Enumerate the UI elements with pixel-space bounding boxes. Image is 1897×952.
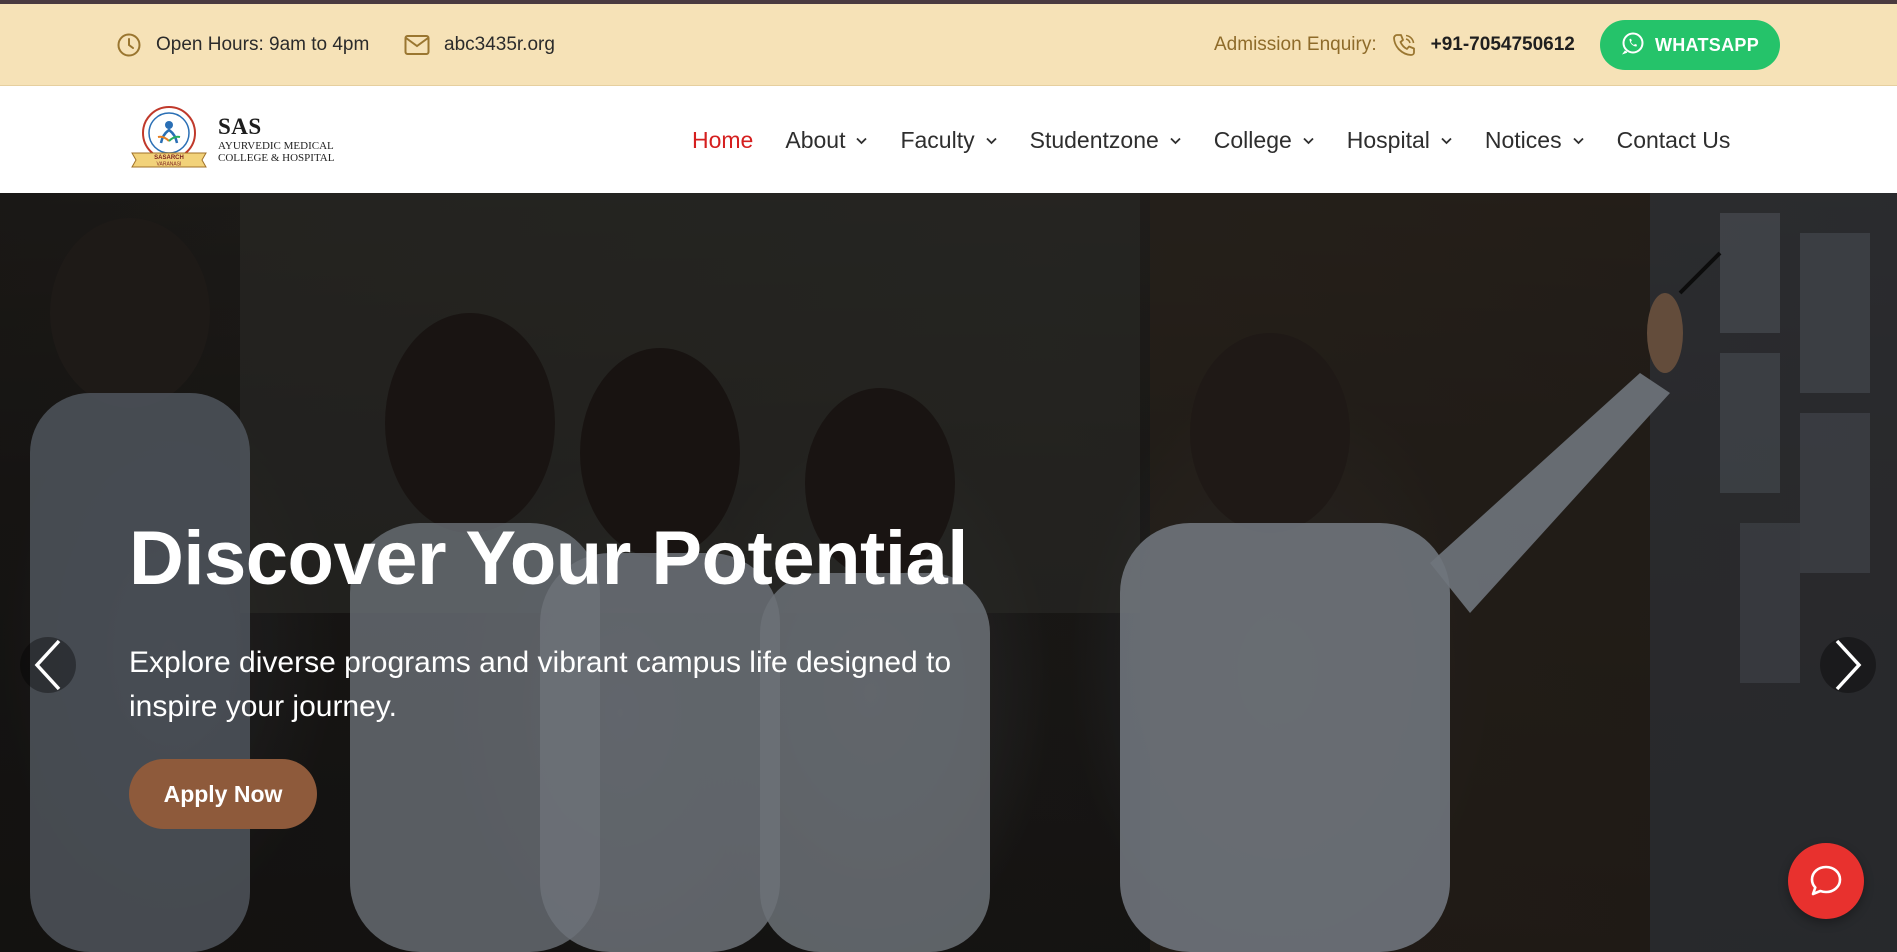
nav-item-college[interactable]: College (1198, 87, 1331, 193)
email-text[interactable]: abc3435r.org (444, 34, 555, 56)
nav-item-label: Studentzone (1029, 126, 1159, 153)
chevron-down-icon (1170, 137, 1181, 144)
logo-text: SAS AYURVEDIC MEDICAL COLLEGE & HOSPITAL (218, 114, 334, 164)
nav-item-label: Faculty (900, 126, 975, 153)
svg-text:SASARCH: SASARCH (154, 155, 184, 161)
nav-item-hospital[interactable]: Hospital (1331, 87, 1469, 193)
brand-subtitle-line2: COLLEGE & HOSPITAL (218, 152, 335, 164)
enquiry-label: Admission Enquiry: (1214, 34, 1377, 55)
slider-next-button[interactable] (1820, 637, 1876, 693)
nav-item-label: Hospital (1346, 126, 1430, 153)
hero-subtitle: Explore diverse programs and vibrant cam… (129, 646, 952, 723)
nav-item-contact-us[interactable]: Contact Us (1601, 87, 1747, 193)
chat-button[interactable] (1788, 843, 1864, 919)
chevron-down-icon (856, 137, 868, 144)
nav-item-label: Home (692, 126, 754, 153)
clock-icon (116, 32, 142, 58)
open-hours: Open Hours: 9am to 4pm (116, 4, 369, 86)
brand-subtitle-line1: AYURVEDIC MEDICAL (218, 140, 334, 152)
nav-item-label: Contact Us (1616, 126, 1731, 153)
logo-emblem-icon: SASARCH VARANASI (128, 103, 210, 175)
info-bar: Open Hours: 9am to 4pm abc3435r.org Admi… (0, 4, 1897, 86)
nav-item-studentzone[interactable]: Studentzone (1014, 87, 1198, 193)
whatsapp-label: WHATSAPP (1654, 34, 1760, 55)
nav-item-label: Notices (1484, 126, 1562, 153)
nav-item-label: About (785, 126, 846, 153)
nav-item-faculty[interactable]: Faculty (884, 87, 1013, 193)
phone-number[interactable]: +91-7054750612 (1431, 34, 1575, 56)
chevron-down-icon (1303, 137, 1314, 144)
chat-bubble-icon (1810, 865, 1842, 896)
whatsapp-icon (1621, 31, 1645, 60)
phone-icon (1391, 32, 1417, 58)
chevron-down-icon (1572, 137, 1584, 144)
nav-item-about[interactable]: About (769, 87, 884, 193)
nav-item-home[interactable]: Home (676, 87, 769, 193)
hero-title: Discover Your Potential (129, 516, 968, 601)
brand-name: SAS (218, 114, 262, 139)
chevron-down-icon (985, 137, 997, 144)
site-logo[interactable]: SASARCH VARANASI SAS AYURVEDIC MEDICAL C… (128, 103, 334, 175)
open-hours-text: Open Hours: 9am to 4pm (156, 34, 370, 55)
whatsapp-button[interactable]: WHATSAPP (1600, 20, 1780, 70)
nav-item-label: College (1213, 126, 1292, 153)
chevron-down-icon (1441, 137, 1452, 144)
main-navbar: SASARCH VARANASI SAS AYURVEDIC MEDICAL C… (0, 87, 1897, 193)
nav-menu: Home About Faculty Studentzone College H… (676, 87, 1746, 193)
apply-now-button[interactable]: Apply Now (129, 759, 317, 829)
chevron-left-icon (34, 639, 61, 691)
svg-text:VARANASI: VARANASI (157, 162, 182, 168)
nav-item-notices[interactable]: Notices (1469, 87, 1601, 193)
admission-enquiry: Admission Enquiry: +91-7054750612 (1214, 4, 1897, 86)
slider-prev-button[interactable] (20, 637, 76, 693)
chevron-right-icon (1835, 639, 1862, 691)
email-contact[interactable]: abc3435r.org (404, 4, 555, 86)
mail-icon (404, 34, 430, 56)
hero-banner: Discover Your Potential Explore diverse … (0, 193, 1897, 952)
